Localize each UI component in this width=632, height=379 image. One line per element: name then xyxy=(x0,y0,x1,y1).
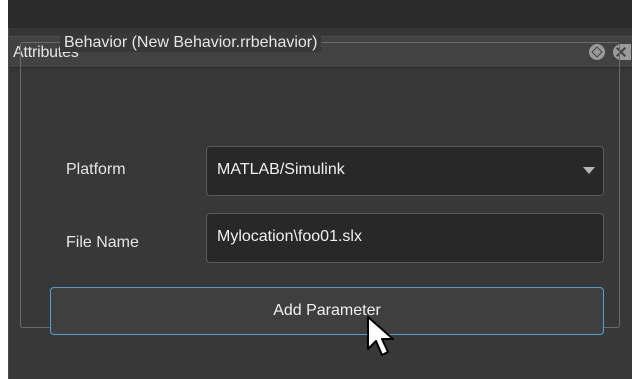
file-name-field[interactable]: Mylocation\foo01.slx xyxy=(206,213,604,263)
screenshot-frame: Attributes Behavior (New Behavior.rrbeha… xyxy=(0,0,632,379)
platform-dropdown[interactable]: MATLAB/Simulink xyxy=(206,146,604,196)
file-name-value: Mylocation\foo01.slx xyxy=(217,228,362,245)
mouse-pointer-icon xyxy=(367,316,394,356)
add-parameter-button[interactable]: Add Parameter xyxy=(50,287,604,335)
chevron-down-icon[interactable] xyxy=(583,167,595,174)
behavior-group-legend: Behavior (New Behavior.rrbehavior) xyxy=(60,34,322,52)
add-parameter-label: Add Parameter xyxy=(273,302,381,319)
file-name-label: File Name xyxy=(66,234,139,251)
platform-label: Platform xyxy=(66,161,126,178)
top-dock-strip xyxy=(8,0,632,28)
platform-selected-value: MATLAB/Simulink xyxy=(217,161,345,178)
